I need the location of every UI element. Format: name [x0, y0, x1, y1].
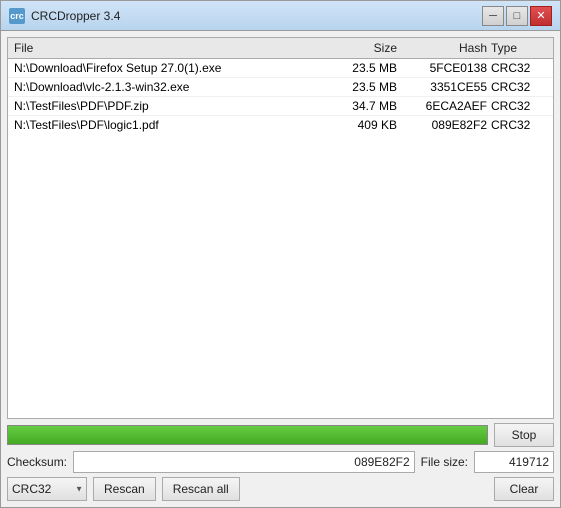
header-size: Size — [319, 40, 399, 56]
cell-type: CRC32 — [489, 79, 549, 95]
header-type: Type — [489, 40, 549, 56]
content-area: File Size Hash Type N:\Download\Firefox … — [1, 31, 560, 507]
cell-size: 23.5 MB — [319, 60, 399, 76]
filesize-group: File size: — [421, 451, 554, 473]
action-row: CRC32MD2MD4MD5SHA1SHA256SHA384SHA512CRC1… — [7, 477, 554, 501]
title-bar-left: crc CRCDropper 3.4 — [9, 8, 120, 24]
clear-button[interactable]: Clear — [494, 477, 554, 501]
cell-hash: 6ECA2AEF — [399, 98, 489, 114]
cell-size: 409 KB — [319, 117, 399, 133]
maximize-button[interactable]: □ — [506, 6, 528, 26]
filesize-input[interactable] — [474, 451, 554, 473]
checksum-row: Checksum: File size: — [7, 451, 554, 473]
cell-file: N:\TestFiles\PDF\logic1.pdf — [12, 117, 319, 133]
cell-type: CRC32 — [489, 98, 549, 114]
table-row[interactable]: N:\TestFiles\PDF\PDF.zip 34.7 MB 6ECA2AE… — [8, 97, 553, 116]
title-bar: crc CRCDropper 3.4 ─ □ ✕ — [1, 1, 560, 31]
checksum-label: Checksum: — [7, 455, 67, 469]
table-header: File Size Hash Type — [8, 38, 553, 59]
file-table: File Size Hash Type N:\Download\Firefox … — [7, 37, 554, 419]
rescan-button[interactable]: Rescan — [93, 477, 156, 501]
cell-file: N:\TestFiles\PDF\PDF.zip — [12, 98, 319, 114]
table-row[interactable]: N:\Download\vlc-2.1.3-win32.exe 23.5 MB … — [8, 78, 553, 97]
cell-file: N:\Download\Firefox Setup 27.0(1).exe — [12, 60, 319, 76]
table-row[interactable]: N:\TestFiles\PDF\logic1.pdf 409 KB 089E8… — [8, 116, 553, 134]
cell-type: CRC32 — [489, 60, 549, 76]
cell-hash: 3351CE55 — [399, 79, 489, 95]
filesize-label: File size: — [421, 455, 468, 469]
header-hash: Hash — [399, 40, 489, 56]
checksum-group: Checksum: — [7, 451, 415, 473]
checksum-input[interactable] — [73, 451, 415, 473]
rescan-all-button[interactable]: Rescan all — [162, 477, 240, 501]
app-icon-text: crc — [10, 11, 24, 21]
main-window: crc CRCDropper 3.4 ─ □ ✕ File Size Hash … — [0, 0, 561, 508]
table-body: N:\Download\Firefox Setup 27.0(1).exe 23… — [8, 59, 553, 134]
stop-button[interactable]: Stop — [494, 423, 554, 447]
progress-bar-container — [7, 425, 488, 445]
window-title: CRCDropper 3.4 — [31, 9, 120, 23]
header-file: File — [12, 40, 319, 56]
cell-file: N:\Download\vlc-2.1.3-win32.exe — [12, 79, 319, 95]
cell-size: 23.5 MB — [319, 79, 399, 95]
cell-hash: 5FCE0138 — [399, 60, 489, 76]
dropdown-container: CRC32MD2MD4MD5SHA1SHA256SHA384SHA512CRC1… — [7, 477, 87, 501]
progress-bar-fill — [8, 426, 487, 444]
close-button[interactable]: ✕ — [530, 6, 552, 26]
minimize-button[interactable]: ─ — [482, 6, 504, 26]
progress-row: Stop — [7, 423, 554, 447]
hash-type-dropdown[interactable]: CRC32MD2MD4MD5SHA1SHA256SHA384SHA512CRC1… — [7, 477, 87, 501]
cell-type: CRC32 — [489, 117, 549, 133]
app-icon: crc — [9, 8, 25, 24]
cell-size: 34.7 MB — [319, 98, 399, 114]
title-buttons: ─ □ ✕ — [482, 6, 552, 26]
cell-hash: 089E82F2 — [399, 117, 489, 133]
table-row[interactable]: N:\Download\Firefox Setup 27.0(1).exe 23… — [8, 59, 553, 78]
